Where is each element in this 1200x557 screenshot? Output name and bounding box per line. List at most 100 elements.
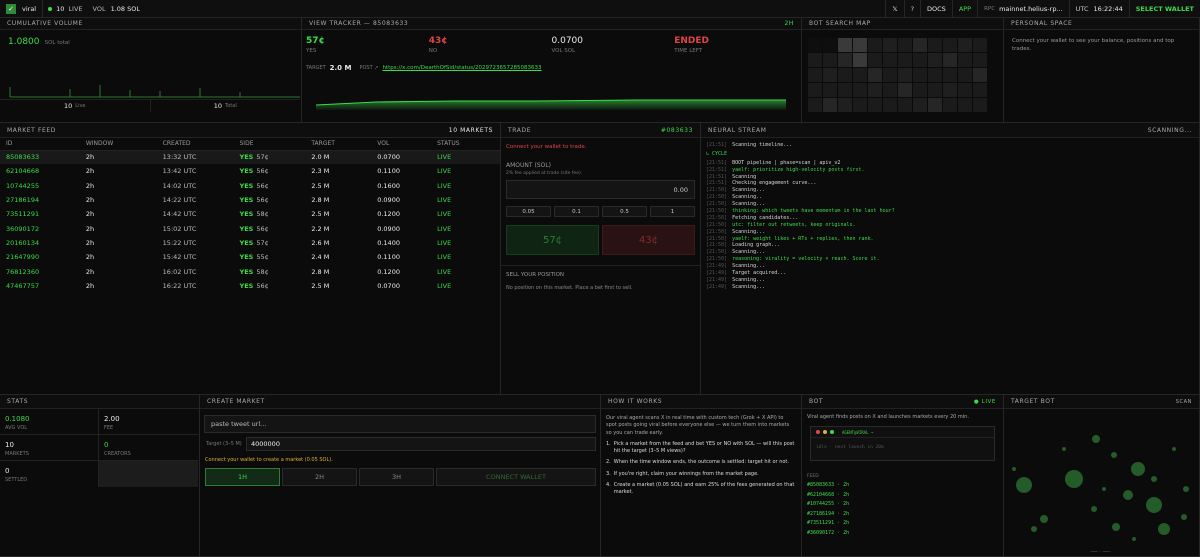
markets-label: MARKETS (5, 451, 29, 457)
quick-amount-1[interactable]: 1 (650, 206, 695, 217)
cell-vol: 0.0700 (377, 281, 400, 290)
buy-yes-button[interactable]: 57¢ (506, 225, 599, 255)
panel-title: BOT SEARCH MAP (809, 20, 871, 27)
side-label: YES (239, 253, 254, 262)
window-2h-button[interactable]: 2H (282, 468, 357, 486)
map-cell (883, 98, 897, 112)
map-cell (928, 83, 942, 97)
rpc-indicator[interactable]: RPC mainnet.helius-rp... (977, 0, 1069, 18)
window-3h-button[interactable]: 3H (359, 468, 434, 486)
table-row[interactable]: 73511291 2h 14:42 UTC YES 58¢ 2.5 M 0.1200 LIVE (0, 207, 500, 221)
cell-side: YES 56¢ (234, 164, 306, 178)
table-row[interactable]: 20160134 2h 15:22 UTC YES 57¢ 2.6 M 0.1400 LIVE (0, 236, 500, 250)
table-row[interactable]: 47467757 2h 16:22 UTC YES 56¢ 2.5 M 0.0700 LIVE (0, 279, 500, 293)
target-input[interactable]: 4000000 (246, 437, 596, 451)
settled-label: SETTLED (5, 477, 28, 483)
target-bubble (1065, 470, 1083, 488)
target-bubble (1091, 506, 1097, 512)
bot-feed-item[interactable]: #36090172 · 2h (807, 529, 998, 539)
table-row[interactable]: 76812360 2h 16:02 UTC YES 58¢ 2.8 M 0.1200 LIVE (0, 264, 500, 278)
map-cell (853, 38, 867, 52)
bot-feed-item[interactable]: #85083633 · 2h (807, 481, 998, 491)
cell-id: 36090172 (6, 224, 40, 233)
window-1h-button[interactable]: 1H (205, 468, 280, 486)
cell-status: LIVE (437, 224, 452, 233)
map-cell (913, 83, 927, 97)
stream-timestamp: [21:49] (706, 270, 728, 277)
cell-id: 85083633 (0, 150, 80, 165)
post-link[interactable]: https://x.com/DearthOfSid/status/2029723… (382, 65, 541, 71)
map-cell (958, 53, 972, 67)
map-cell (973, 53, 987, 67)
panel-title: MARKET FEED (7, 126, 57, 134)
quick-amount-0-5[interactable]: 0.5 (602, 206, 647, 217)
target-bubble (1123, 490, 1133, 500)
side-label: YES (239, 238, 254, 247)
tweet-url-input[interactable]: paste tweet url... (204, 415, 596, 433)
target-bubble (1146, 497, 1162, 513)
live-label: LIVE (68, 4, 83, 13)
map-cell (868, 68, 882, 82)
table-row[interactable]: 62104668 2h 13:42 UTC YES 56¢ 2.3 M 0.1100 LIVE (0, 164, 500, 178)
map-cell (808, 68, 822, 82)
cell-window: 2h (85, 267, 95, 276)
app-link[interactable]: APP (951, 0, 977, 18)
cell-id: 73511291 (6, 210, 40, 219)
cell-side: YES 57¢ (233, 150, 306, 165)
tracker-window: 2H (784, 20, 794, 27)
bot-feed-list: #85083633 · 2h #62104668 · 2h #10744255 · … (802, 479, 1003, 538)
table-row[interactable]: 36090172 2h 15:02 UTC YES 56¢ 2.2 M 0.0900 LIVE (0, 221, 500, 235)
bot-search-map-panel: BOT SEARCH MAP (802, 18, 1004, 123)
total-stat: 10 Total (151, 100, 301, 112)
total-stat-label: Total (225, 103, 237, 109)
table-row[interactable]: 10744255 2h 14:02 UTC YES 56¢ 2.5 M 0.1600 LIVE (0, 179, 500, 193)
connect-wallet-button[interactable]: CONNECT WALLET (436, 468, 596, 486)
target-value: 2.0 M (329, 64, 352, 72)
stream-timestamp: [21:51] (706, 173, 728, 180)
stream-timestamp: [21:50] (706, 242, 728, 249)
map-cell (808, 38, 822, 52)
cell-status: LIVE (437, 238, 452, 247)
bot-feed-item[interactable]: #10744255 · 2h (807, 500, 998, 510)
quick-amount-0-1[interactable]: 0.1 (554, 206, 599, 217)
side-label: YES (239, 181, 254, 190)
select-wallet-button[interactable]: SELECT WALLET (1128, 0, 1200, 18)
bot-feed-item[interactable]: #73511291 · 2h (807, 519, 998, 529)
panel-header: TARGET BOT SCAN (1004, 395, 1199, 409)
trade-panel: TRADE #083633 Connect your wallet to trad… (501, 123, 701, 395)
side-price: 58¢ (256, 267, 269, 276)
cell-target: 2.5 M (311, 281, 330, 290)
bot-feed-item[interactable]: #27186194 · 2h (807, 510, 998, 520)
stream-text: Fetching candidates... (732, 214, 799, 221)
table-row[interactable]: 85083633 2h 13:32 UTC YES 57¢ 2.0 M 0.0700 LIVE (0, 150, 500, 165)
table-row[interactable]: 27186194 2h 14:22 UTC YES 56¢ 2.8 M 0.0900 LIVE (0, 193, 500, 207)
vol-value: 1.08 SOL (110, 4, 140, 13)
bot-feed-item[interactable]: #62104668 · 2h (807, 491, 998, 501)
quick-amount-0-05[interactable]: 0.05 (506, 206, 551, 217)
map-cell (958, 68, 972, 82)
x-link-button[interactable]: 𝕏 (885, 0, 903, 18)
fee-note: 2% fee applied at trade (site fee). (506, 171, 583, 176)
post-label: POST ↗ (359, 65, 379, 71)
cell-id: 27186194 (6, 196, 40, 205)
stats-panel: STATS 0.1080 AVG VOL 2.00 FEE 10 MARKETS 0 C… (0, 395, 200, 557)
map-cell (883, 38, 897, 52)
no-stat: 43¢ NO (429, 36, 552, 54)
rpc-value: mainnet.helius-rp... (999, 4, 1063, 13)
cell-created: 13:32 UTC (156, 150, 234, 165)
docs-link[interactable]: DOCS (920, 0, 952, 18)
cell-id: 20160134 (6, 238, 40, 247)
help-button[interactable]: ? (903, 0, 920, 18)
cell-created: 16:02 UTC (162, 267, 197, 276)
cell-vol: 0.1200 (377, 267, 400, 276)
table-row[interactable]: 21647990 2h 15:42 UTC YES 55¢ 2.4 M 0.1100 LIVE (0, 250, 500, 264)
panel-title: PERSONAL SPACE (1011, 20, 1073, 27)
stream-text: Scanning... (732, 283, 766, 290)
panel-header: NEURAL STREAM SCANNING... (701, 123, 1199, 138)
buy-no-button[interactable]: 43¢ (602, 225, 695, 255)
map-cell (883, 53, 897, 67)
brand[interactable]: ✓ viral (0, 0, 42, 18)
stream-text: Scanning.. (732, 194, 763, 201)
amount-input[interactable]: 0.00 (506, 180, 695, 199)
side-label: YES (239, 224, 254, 233)
